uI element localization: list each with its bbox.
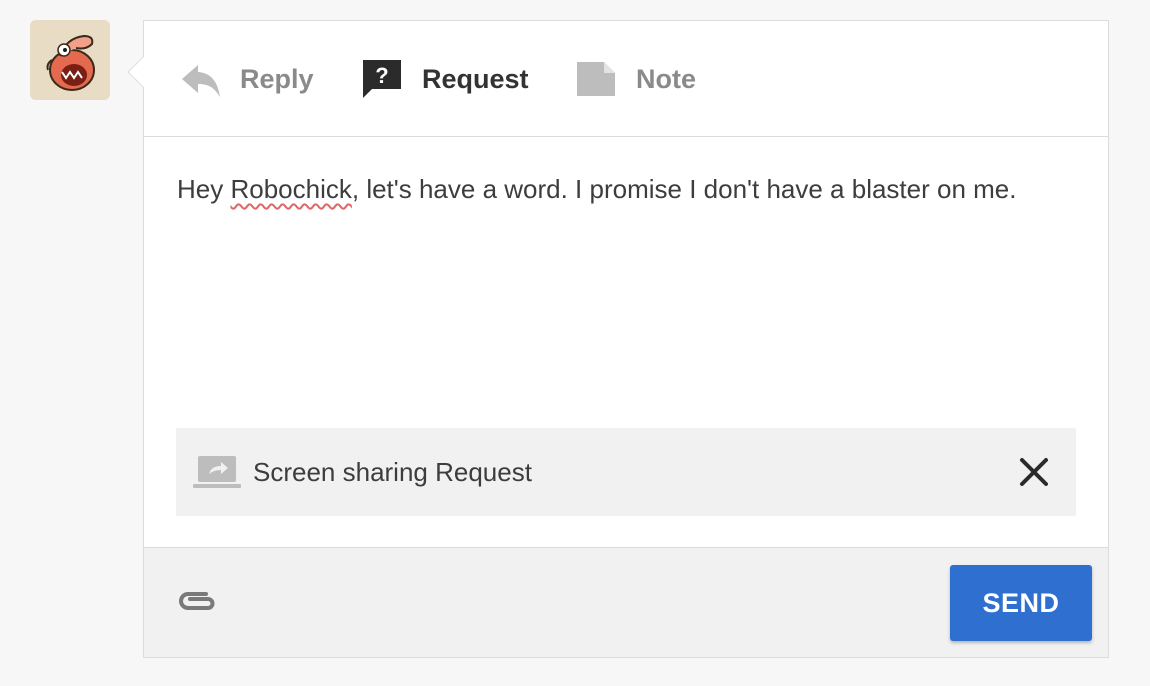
tab-note-label: Note <box>636 63 696 94</box>
svg-text:?: ? <box>375 63 388 88</box>
message-composer: Reply ? Request Note Hey Robochick, let'… <box>127 20 1109 658</box>
tab-request-label: Request <box>422 63 529 94</box>
composer-footer: SEND <box>144 547 1108 657</box>
note-icon <box>577 62 615 96</box>
paperclip-icon[interactable] <box>176 588 220 614</box>
tab-reply-label: Reply <box>240 63 314 94</box>
question-bubble-icon: ? <box>363 60 401 98</box>
misspelled-word: Robochick <box>230 174 352 204</box>
send-button[interactable]: SEND <box>950 565 1092 641</box>
message-editor[interactable]: Hey Robochick, let's have a word. I prom… <box>177 169 1078 209</box>
avatar <box>30 20 110 100</box>
editor-text-start: Hey <box>177 174 231 204</box>
tab-reply[interactable]: Reply <box>180 57 314 101</box>
tab-request[interactable]: ? Request <box>360 57 529 101</box>
screen-share-icon <box>193 456 241 488</box>
reply-icon <box>182 65 220 97</box>
editor-text-end: , let's have a word. I promise I don't h… <box>351 174 1017 204</box>
tab-note[interactable]: Note <box>574 57 696 101</box>
screen-sharing-attachment: Screen sharing Request <box>176 428 1076 516</box>
earthworm-avatar-icon <box>30 20 110 100</box>
composer-tabs: Reply ? Request Note <box>144 21 1108 137</box>
close-icon[interactable] <box>1016 454 1052 490</box>
attachment-label: Screen sharing Request <box>253 456 532 487</box>
